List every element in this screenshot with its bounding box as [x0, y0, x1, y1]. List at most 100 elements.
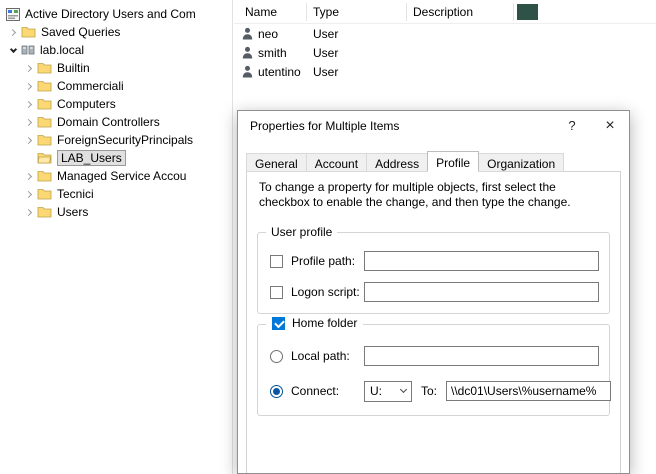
logon-script-input[interactable] — [364, 282, 599, 302]
sidebar-item-tecnici[interactable]: Tecnici — [0, 185, 232, 203]
column-separator[interactable] — [406, 3, 407, 21]
sidebar-item-label: Builtin — [57, 61, 90, 75]
home-folder-group: Home folder Local path: Connect: U: To: — [257, 324, 610, 416]
local-path-label: Local path: — [291, 349, 364, 363]
home-folder-path-input[interactable] — [446, 381, 611, 401]
user-profile-group: User profile Profile path: Logon script: — [257, 232, 610, 314]
sidebar-item-label-selected: LAB_Users — [57, 150, 126, 166]
logon-script-row: Logon script: — [270, 281, 599, 303]
sidebar-item-domain-controllers[interactable]: Domain Controllers — [0, 113, 232, 131]
sidebar-item-label: Active Directory Users and Com — [25, 7, 196, 21]
profile-path-checkbox[interactable] — [270, 255, 283, 268]
chevron-right-icon[interactable] — [22, 169, 36, 183]
profile-path-input[interactable] — [364, 251, 599, 271]
column-header-name[interactable]: Name — [245, 5, 277, 19]
chevron-right-icon[interactable] — [22, 133, 36, 147]
sidebar-item-ad-root[interactable]: Active Directory Users and Com — [0, 5, 232, 23]
user-icon — [242, 27, 253, 40]
dialog-description: To change a property for multiple object… — [259, 180, 606, 210]
home-folder-group-label: Home folder — [292, 316, 357, 330]
logon-script-label: Logon script: — [291, 285, 364, 299]
profile-path-row: Profile path: — [270, 250, 599, 272]
chevron-right-icon[interactable] — [6, 25, 20, 39]
column-separator[interactable] — [513, 3, 514, 21]
folder-icon — [37, 116, 52, 128]
profile-tab-pane: To change a property for multiple object… — [246, 171, 621, 473]
to-label: To: — [421, 384, 437, 398]
folder-icon — [37, 98, 52, 110]
cell-name: smith — [258, 46, 287, 60]
console-tree-panel: Active Directory Users and Com Saved Que… — [0, 0, 233, 474]
cell-name: utentino — [258, 65, 301, 79]
sidebar-item-label: lab.local — [40, 43, 84, 57]
sidebar-item-label: Managed Service Accou — [57, 169, 186, 183]
dialog-titlebar[interactable]: Properties for Multiple Items ? × — [238, 111, 629, 141]
tab-general[interactable]: General — [246, 153, 307, 172]
folder-open-icon — [37, 152, 52, 164]
sidebar-item-label: Users — [57, 205, 88, 219]
connect-label: Connect: — [291, 384, 364, 398]
list-header: Name Type Description — [234, 0, 656, 24]
sidebar-item-label: Saved Queries — [41, 25, 120, 39]
table-row[interactable]: smith User — [234, 43, 656, 62]
domain-icon — [21, 44, 35, 56]
home-folder-group-header: Home folder — [266, 316, 363, 330]
drive-letter-value: U: — [365, 384, 395, 398]
tab-account[interactable]: Account — [306, 153, 367, 172]
cell-type: User — [313, 27, 338, 41]
column-header-description[interactable]: Description — [413, 5, 473, 19]
connect-row: Connect: U: To: — [270, 380, 599, 402]
local-path-input[interactable] — [364, 346, 599, 366]
sidebar-item-label: Commerciali — [57, 79, 124, 93]
folder-icon — [37, 134, 52, 146]
user-profile-group-label: User profile — [266, 225, 337, 239]
sidebar-item-foreign-security-principals[interactable]: ForeignSecurityPrincipals — [0, 131, 232, 149]
sidebar-item-users[interactable]: Users — [0, 203, 232, 221]
active-directory-icon — [6, 8, 20, 21]
folder-icon — [37, 206, 52, 218]
column-header-type[interactable]: Type — [313, 5, 339, 19]
properties-dialog: Properties for Multiple Items ? × Genera… — [237, 110, 630, 474]
column-separator[interactable] — [306, 3, 307, 21]
sidebar-item-lab-local[interactable]: lab.local — [0, 41, 232, 59]
chevron-right-icon[interactable] — [22, 79, 36, 93]
sidebar-item-saved-queries[interactable]: Saved Queries — [0, 23, 232, 41]
chevron-right-icon[interactable] — [22, 115, 36, 129]
folder-icon — [37, 80, 52, 92]
connect-radio[interactable] — [270, 385, 283, 398]
tab-address[interactable]: Address — [366, 153, 428, 172]
chevron-right-icon[interactable] — [22, 61, 36, 75]
sidebar-item-builtin[interactable]: Builtin — [0, 59, 232, 77]
sidebar-item-commerciali[interactable]: Commerciali — [0, 77, 232, 95]
sidebar-item-lab-users[interactable]: LAB_Users — [0, 149, 232, 167]
chevron-right-icon[interactable] — [22, 97, 36, 111]
tab-profile[interactable]: Profile — [427, 151, 479, 172]
profile-path-label: Profile path: — [291, 254, 364, 268]
table-row[interactable]: neo User — [234, 24, 656, 43]
sidebar-item-label: ForeignSecurityPrincipals — [57, 133, 193, 147]
cell-type: User — [313, 46, 338, 60]
user-list-panel: Name Type Description neo User smith Use… — [234, 0, 656, 110]
user-icon — [242, 65, 253, 78]
chevron-right-icon[interactable] — [22, 187, 36, 201]
sidebar-item-managed-service-accounts[interactable]: Managed Service Accou — [0, 167, 232, 185]
sidebar-item-label: Domain Controllers — [57, 115, 160, 129]
chevron-down-icon[interactable] — [6, 43, 20, 57]
sidebar-item-label: Computers — [57, 97, 116, 111]
local-path-radio[interactable] — [270, 350, 283, 363]
folder-icon — [37, 62, 52, 74]
tab-organization[interactable]: Organization — [478, 153, 564, 172]
sidebar-item-label: Tecnici — [57, 187, 94, 201]
sidebar-item-computers[interactable]: Computers — [0, 95, 232, 113]
table-row[interactable]: utentino User — [234, 62, 656, 81]
close-button[interactable]: × — [591, 111, 629, 141]
drive-letter-select[interactable]: U: — [364, 381, 412, 402]
cell-name: neo — [258, 27, 278, 41]
help-button[interactable]: ? — [553, 111, 591, 141]
cell-type: User — [313, 65, 338, 79]
logon-script-checkbox[interactable] — [270, 286, 283, 299]
chevron-right-icon[interactable] — [22, 205, 36, 219]
user-icon — [242, 46, 253, 59]
home-folder-checkbox[interactable] — [272, 317, 285, 330]
folder-icon — [37, 170, 52, 182]
